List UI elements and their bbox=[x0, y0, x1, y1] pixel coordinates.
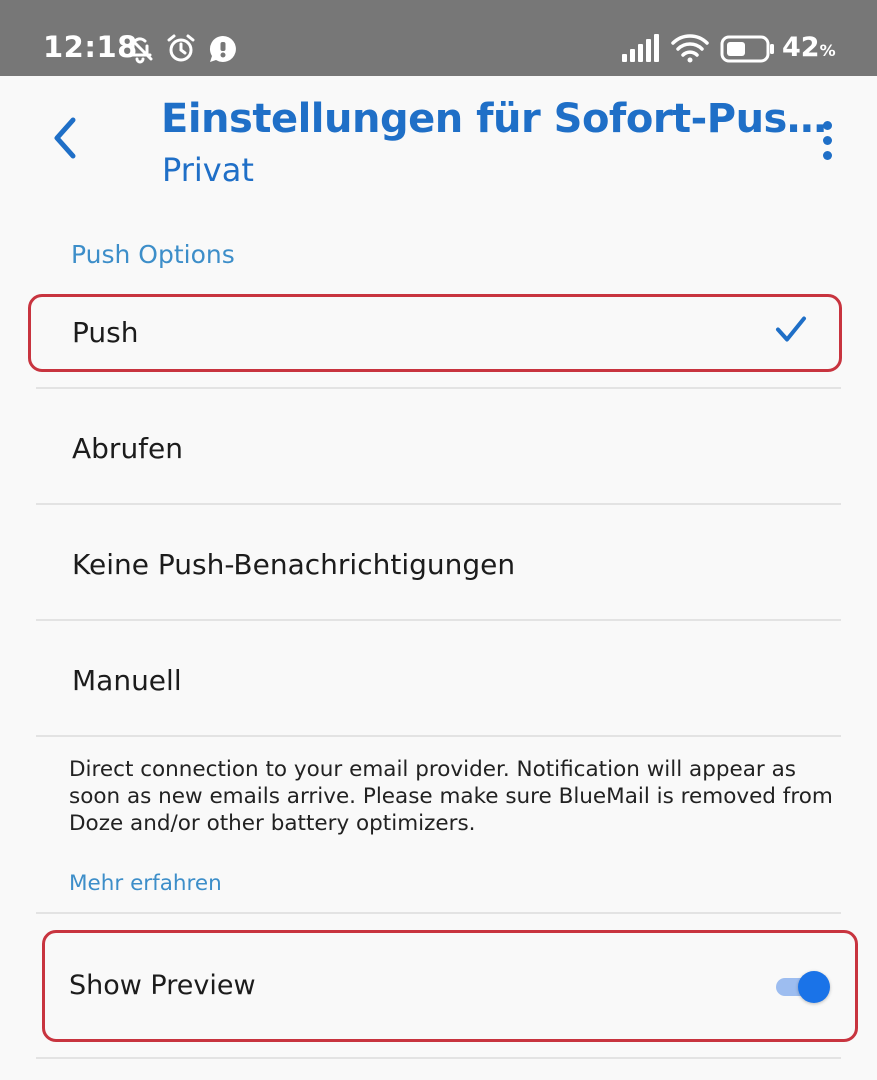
show-preview-toggle[interactable] bbox=[776, 970, 830, 1004]
show-preview-label: Show Preview bbox=[69, 970, 256, 1001]
wifi-icon bbox=[670, 32, 710, 69]
section-header-push-options: Push Options bbox=[71, 240, 235, 269]
chat-icon bbox=[208, 34, 238, 69]
signal-icon bbox=[622, 34, 662, 67]
page-title: Einstellungen für Sofort-Pus… bbox=[161, 96, 827, 142]
divider bbox=[36, 1057, 841, 1059]
option-label: Abrufen bbox=[72, 431, 184, 465]
alarm-icon bbox=[165, 32, 197, 69]
app-bar: Einstellungen für Sofort-Pus… Privat bbox=[0, 76, 877, 206]
show-preview-row[interactable]: Show Preview bbox=[36, 928, 841, 1046]
bell-off-icon bbox=[124, 32, 156, 69]
option-keine-push[interactable]: Keine Push-Benachrichtigungen bbox=[36, 509, 841, 621]
battery-percentage: 42% bbox=[782, 32, 836, 63]
option-push[interactable]: Push bbox=[36, 277, 841, 389]
status-bar: 12:18 42% bbox=[0, 0, 877, 76]
option-abrufen[interactable]: Abrufen bbox=[36, 393, 841, 505]
option-label: Keine Push-Benachrichtigungen bbox=[72, 547, 516, 581]
toggle-thumb bbox=[798, 971, 830, 1003]
learn-more-link[interactable]: Mehr erfahren bbox=[69, 871, 222, 896]
page-subtitle: Privat bbox=[162, 151, 254, 189]
chevron-left-icon bbox=[51, 116, 79, 165]
more-options-button[interactable] bbox=[810, 114, 844, 166]
option-label: Push bbox=[72, 315, 139, 349]
checkmark-icon bbox=[775, 316, 807, 349]
option-manuell[interactable]: Manuell bbox=[36, 625, 841, 737]
push-description: Direct connection to your email provider… bbox=[69, 757, 833, 836]
option-label: Manuell bbox=[72, 663, 182, 697]
battery-icon bbox=[720, 35, 776, 68]
back-button[interactable] bbox=[42, 112, 88, 168]
divider bbox=[36, 912, 841, 914]
more-vert-icon bbox=[822, 120, 832, 160]
